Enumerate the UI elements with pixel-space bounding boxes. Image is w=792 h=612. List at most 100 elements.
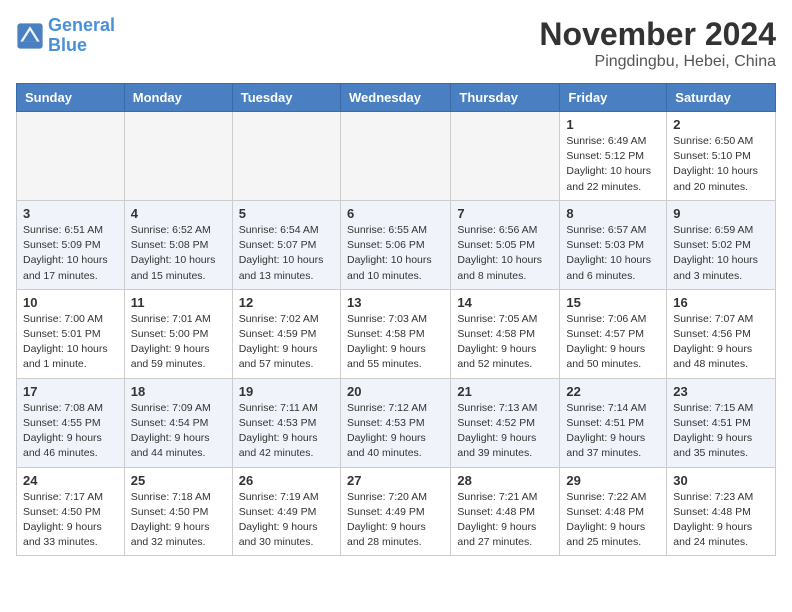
calendar-cell: 16 Sunrise: 7:07 AM Sunset: 4:56 PM Dayli… xyxy=(667,289,776,378)
day-number: 16 xyxy=(673,295,769,310)
weekday-monday: Monday xyxy=(124,84,232,112)
day-number: 21 xyxy=(457,384,553,399)
logo-icon xyxy=(16,22,44,50)
week-row-5: 24Sunrise: 7:17 AM Sunset: 4:50 PM Dayli… xyxy=(17,467,776,556)
calendar-cell: 13 Sunrise: 7:03 AM Sunset: 4:58 PM Dayli… xyxy=(340,289,450,378)
day-info: Sunrise: 7:03 AM Sunset: 4:58 PM Dayligh… xyxy=(347,312,444,373)
day-info: Sunrise: 7:05 AM Sunset: 4:58 PM Dayligh… xyxy=(457,312,553,373)
day-number: 23 xyxy=(673,384,769,399)
day-info: Sunrise: 7:02 AM Sunset: 4:59 PM Dayligh… xyxy=(239,312,334,373)
calendar-body: 1Sunrise: 6:49 AM Sunset: 5:12 PM Daylig… xyxy=(17,112,776,556)
day-number: 15 xyxy=(566,295,660,310)
day-info: Sunrise: 7:07 AM Sunset: 4:56 PM Dayligh… xyxy=(673,312,769,373)
day-info: Sunrise: 7:22 AM Sunset: 4:48 PM Dayligh… xyxy=(566,490,660,551)
day-info: Sunrise: 6:52 AM Sunset: 5:08 PM Dayligh… xyxy=(131,223,226,284)
calendar-cell: 3Sunrise: 6:51 AM Sunset: 5:09 PM Daylig… xyxy=(17,200,125,289)
calendar-cell: 10Sunrise: 7:00 AM Sunset: 5:01 PM Dayli… xyxy=(17,289,125,378)
day-info: Sunrise: 7:20 AM Sunset: 4:49 PM Dayligh… xyxy=(347,490,444,551)
day-info: Sunrise: 7:12 AM Sunset: 4:53 PM Dayligh… xyxy=(347,401,444,462)
day-info: Sunrise: 7:01 AM Sunset: 5:00 PM Dayligh… xyxy=(131,312,226,373)
day-info: Sunrise: 7:19 AM Sunset: 4:49 PM Dayligh… xyxy=(239,490,334,551)
calendar-cell: 29 Sunrise: 7:22 AM Sunset: 4:48 PM Dayli… xyxy=(560,467,667,556)
day-number: 19 xyxy=(239,384,334,399)
day-number: 29 xyxy=(566,473,660,488)
calendar-cell: 18 Sunrise: 7:09 AM Sunset: 4:54 PM Dayli… xyxy=(124,378,232,467)
day-info: Sunrise: 7:18 AM Sunset: 4:50 PM Dayligh… xyxy=(131,490,226,551)
day-number: 14 xyxy=(457,295,553,310)
calendar-cell xyxy=(232,112,340,201)
day-info: Sunrise: 7:17 AM Sunset: 4:50 PM Dayligh… xyxy=(23,490,118,551)
day-number: 17 xyxy=(23,384,118,399)
day-info: Sunrise: 6:59 AM Sunset: 5:02 PM Dayligh… xyxy=(673,223,769,284)
day-info: Sunrise: 7:09 AM Sunset: 4:54 PM Dayligh… xyxy=(131,401,226,462)
week-row-4: 17 Sunrise: 7:08 AM Sunset: 4:55 PM Dayli… xyxy=(17,378,776,467)
day-number: 7 xyxy=(457,206,553,221)
day-number: 13 xyxy=(347,295,444,310)
day-number: 12 xyxy=(239,295,334,310)
logo-text: General Blue xyxy=(48,16,115,56)
day-number: 27 xyxy=(347,473,444,488)
day-info: Sunrise: 7:11 AM Sunset: 4:53 PM Dayligh… xyxy=(239,401,334,462)
weekday-wednesday: Wednesday xyxy=(340,84,450,112)
weekday-thursday: Thursday xyxy=(451,84,560,112)
weekday-tuesday: Tuesday xyxy=(232,84,340,112)
day-number: 5 xyxy=(239,206,334,221)
calendar-cell: 25Sunrise: 7:18 AM Sunset: 4:50 PM Dayli… xyxy=(124,467,232,556)
day-info: Sunrise: 7:08 AM Sunset: 4:55 PM Dayligh… xyxy=(23,401,118,462)
week-row-1: 1Sunrise: 6:49 AM Sunset: 5:12 PM Daylig… xyxy=(17,112,776,201)
calendar-cell: 27 Sunrise: 7:20 AM Sunset: 4:49 PM Dayli… xyxy=(340,467,450,556)
day-number: 30 xyxy=(673,473,769,488)
day-info: Sunrise: 6:50 AM Sunset: 5:10 PM Dayligh… xyxy=(673,134,769,195)
day-number: 18 xyxy=(131,384,226,399)
calendar-cell: 26 Sunrise: 7:19 AM Sunset: 4:49 PM Dayli… xyxy=(232,467,340,556)
day-info: Sunrise: 7:13 AM Sunset: 4:52 PM Dayligh… xyxy=(457,401,553,462)
calendar-cell: 20Sunrise: 7:12 AM Sunset: 4:53 PM Dayli… xyxy=(340,378,450,467)
day-number: 26 xyxy=(239,473,334,488)
week-row-3: 10Sunrise: 7:00 AM Sunset: 5:01 PM Dayli… xyxy=(17,289,776,378)
day-info: Sunrise: 6:54 AM Sunset: 5:07 PM Dayligh… xyxy=(239,223,334,284)
location: Pingdingbu, Hebei, China xyxy=(539,53,776,71)
calendar-cell: 2Sunrise: 6:50 AM Sunset: 5:10 PM Daylig… xyxy=(667,112,776,201)
day-number: 22 xyxy=(566,384,660,399)
month-title: November 2024 xyxy=(539,16,776,53)
day-number: 11 xyxy=(131,295,226,310)
day-number: 28 xyxy=(457,473,553,488)
day-info: Sunrise: 6:56 AM Sunset: 5:05 PM Dayligh… xyxy=(457,223,553,284)
calendar-cell: 19 Sunrise: 7:11 AM Sunset: 4:53 PM Dayli… xyxy=(232,378,340,467)
calendar-cell: 15Sunrise: 7:06 AM Sunset: 4:57 PM Dayli… xyxy=(560,289,667,378)
calendar-cell: 8Sunrise: 6:57 AM Sunset: 5:03 PM Daylig… xyxy=(560,200,667,289)
day-info: Sunrise: 6:49 AM Sunset: 5:12 PM Dayligh… xyxy=(566,134,660,195)
day-number: 4 xyxy=(131,206,226,221)
calendar-cell: 9 Sunrise: 6:59 AM Sunset: 5:02 PM Daylig… xyxy=(667,200,776,289)
calendar-cell: 24Sunrise: 7:17 AM Sunset: 4:50 PM Dayli… xyxy=(17,467,125,556)
weekday-sunday: Sunday xyxy=(17,84,125,112)
logo: General Blue xyxy=(16,16,115,56)
day-info: Sunrise: 6:57 AM Sunset: 5:03 PM Dayligh… xyxy=(566,223,660,284)
weekday-saturday: Saturday xyxy=(667,84,776,112)
day-info: Sunrise: 7:14 AM Sunset: 4:51 PM Dayligh… xyxy=(566,401,660,462)
calendar-cell: 23 Sunrise: 7:15 AM Sunset: 4:51 PM Dayli… xyxy=(667,378,776,467)
calendar-cell xyxy=(451,112,560,201)
day-number: 9 xyxy=(673,206,769,221)
day-info: Sunrise: 7:23 AM Sunset: 4:48 PM Dayligh… xyxy=(673,490,769,551)
calendar-cell: 1Sunrise: 6:49 AM Sunset: 5:12 PM Daylig… xyxy=(560,112,667,201)
calendar-cell: 17 Sunrise: 7:08 AM Sunset: 4:55 PM Dayli… xyxy=(17,378,125,467)
day-number: 3 xyxy=(23,206,118,221)
calendar-table: SundayMondayTuesdayWednesdayThursdayFrid… xyxy=(16,83,776,556)
day-info: Sunrise: 7:15 AM Sunset: 4:51 PM Dayligh… xyxy=(673,401,769,462)
calendar-cell: 11 Sunrise: 7:01 AM Sunset: 5:00 PM Dayli… xyxy=(124,289,232,378)
calendar-cell: 30 Sunrise: 7:23 AM Sunset: 4:48 PM Dayli… xyxy=(667,467,776,556)
calendar-cell: 4 Sunrise: 6:52 AM Sunset: 5:08 PM Daylig… xyxy=(124,200,232,289)
calendar-cell xyxy=(17,112,125,201)
page-header: General Blue November 2024 Pingdingbu, H… xyxy=(16,16,776,71)
calendar-cell: 22 Sunrise: 7:14 AM Sunset: 4:51 PM Dayli… xyxy=(560,378,667,467)
calendar-cell: 12 Sunrise: 7:02 AM Sunset: 4:59 PM Dayli… xyxy=(232,289,340,378)
calendar-cell xyxy=(124,112,232,201)
day-info: Sunrise: 6:55 AM Sunset: 5:06 PM Dayligh… xyxy=(347,223,444,284)
week-row-2: 3Sunrise: 6:51 AM Sunset: 5:09 PM Daylig… xyxy=(17,200,776,289)
calendar-cell: 14 Sunrise: 7:05 AM Sunset: 4:58 PM Dayli… xyxy=(451,289,560,378)
calendar-cell: 21 Sunrise: 7:13 AM Sunset: 4:52 PM Dayli… xyxy=(451,378,560,467)
calendar-cell xyxy=(340,112,450,201)
calendar-cell: 28 Sunrise: 7:21 AM Sunset: 4:48 PM Dayli… xyxy=(451,467,560,556)
day-info: Sunrise: 7:21 AM Sunset: 4:48 PM Dayligh… xyxy=(457,490,553,551)
